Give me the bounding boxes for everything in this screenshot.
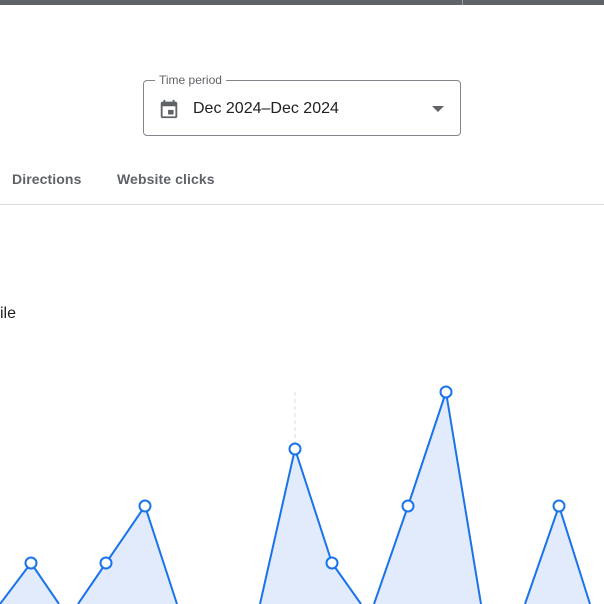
area-series-fill — [0, 392, 604, 604]
data-point — [552, 499, 566, 513]
chart-area — [0, 385, 604, 604]
data-point — [24, 556, 38, 570]
data-point — [439, 385, 453, 399]
data-point — [288, 442, 302, 456]
data-point — [138, 499, 152, 513]
data-point — [99, 556, 113, 570]
data-point — [401, 499, 415, 513]
data-point — [325, 556, 339, 570]
